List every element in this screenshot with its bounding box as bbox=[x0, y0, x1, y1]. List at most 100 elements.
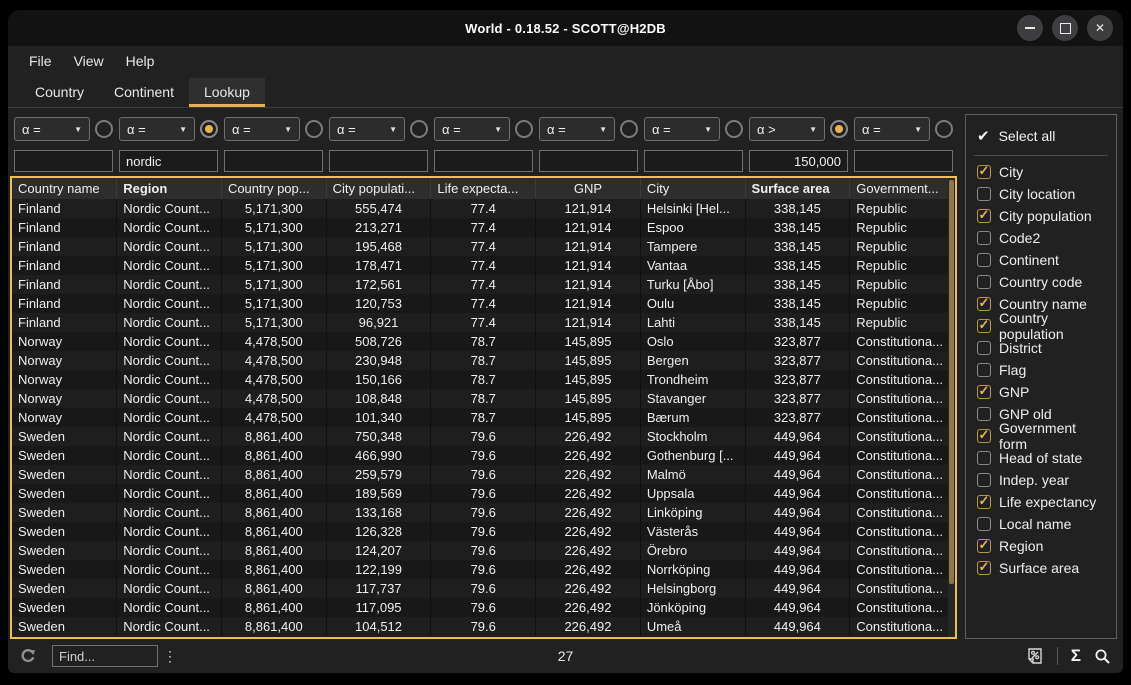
filter-value-input-2[interactable] bbox=[119, 150, 218, 172]
table-row[interactable]: FinlandNordic Count...5,171,300555,47477… bbox=[12, 199, 955, 218]
field-toggle-government-form[interactable]: Government form bbox=[966, 425, 1116, 447]
filter-active-radio-1[interactable] bbox=[95, 120, 113, 138]
table-row[interactable]: FinlandNordic Count...5,171,300213,27177… bbox=[12, 218, 955, 237]
column-header-city-populati[interactable]: City populati... bbox=[326, 178, 431, 199]
filter-value-input-6[interactable] bbox=[539, 150, 638, 172]
column-header-surface-area[interactable]: Surface area bbox=[745, 178, 850, 199]
table-row[interactable]: SwedenNordic Count...8,861,400189,56979.… bbox=[12, 484, 955, 503]
maximize-button[interactable] bbox=[1052, 15, 1078, 41]
field-toggle-city-location[interactable]: City location bbox=[966, 183, 1116, 205]
field-toggle-surface-area[interactable]: Surface area bbox=[966, 557, 1116, 579]
field-toggle-flag[interactable]: Flag bbox=[966, 359, 1116, 381]
statistics-panel-button[interactable] bbox=[1026, 647, 1044, 665]
table-row[interactable]: SwedenNordic Count...8,861,400133,16879.… bbox=[12, 503, 955, 522]
tab-continent[interactable]: Continent bbox=[99, 78, 189, 107]
filter-active-radio-9[interactable] bbox=[935, 120, 953, 138]
tab-country[interactable]: Country bbox=[20, 78, 99, 107]
menu-help[interactable]: Help bbox=[115, 49, 166, 73]
table-row[interactable]: FinlandNordic Count...5,171,300120,75377… bbox=[12, 294, 955, 313]
aggregate-sum-button[interactable]: Σ bbox=[1071, 646, 1081, 666]
tab-lookup[interactable]: Lookup bbox=[189, 78, 265, 107]
column-header-gnp[interactable]: GNP bbox=[536, 178, 641, 199]
table-row[interactable]: FinlandNordic Count...5,171,300178,47177… bbox=[12, 256, 955, 275]
column-header-city[interactable]: City bbox=[640, 178, 745, 199]
table-row[interactable]: SwedenNordic Count...8,861,400117,09579.… bbox=[12, 598, 955, 617]
filter-operator-dropdown-2[interactable]: α =▼ bbox=[119, 117, 195, 141]
table-row[interactable]: FinlandNordic Count...5,171,300195,46877… bbox=[12, 237, 955, 256]
select-all-button[interactable]: ✔ Select all bbox=[966, 119, 1116, 151]
filter-value-input-1[interactable] bbox=[14, 150, 113, 172]
column-header-life-expecta[interactable]: Life expecta... bbox=[431, 178, 536, 199]
filter-value-input-9[interactable] bbox=[854, 150, 953, 172]
table-cell-life-expecta: 77.4 bbox=[431, 294, 536, 313]
table-row[interactable]: FinlandNordic Count...5,171,300172,56177… bbox=[12, 275, 955, 294]
scrollbar-thumb[interactable] bbox=[949, 180, 954, 584]
filter-operator-dropdown-9[interactable]: α =▼ bbox=[854, 117, 930, 141]
filter-value-input-5[interactable] bbox=[434, 150, 533, 172]
table-row[interactable]: SwedenNordic Count...8,861,400259,57979.… bbox=[12, 465, 955, 484]
table-cell-government: Constitutiona... bbox=[850, 541, 955, 560]
field-toggle-code2[interactable]: Code2 bbox=[966, 227, 1116, 249]
table-row[interactable]: FinlandNordic Count...5,171,30096,92177.… bbox=[12, 313, 955, 332]
table-cell-gnp: 226,492 bbox=[536, 465, 641, 484]
field-toggle-local-name[interactable]: Local name bbox=[966, 513, 1116, 535]
filter-active-radio-8[interactable] bbox=[830, 120, 848, 138]
field-toggle-life-expectancy[interactable]: Life expectancy bbox=[966, 491, 1116, 513]
table-row[interactable]: SwedenNordic Count...8,861,400466,99079.… bbox=[12, 446, 955, 465]
table-cell-life-expecta: 79.6 bbox=[431, 560, 536, 579]
search-button[interactable] bbox=[1094, 648, 1111, 665]
menu-file[interactable]: File bbox=[18, 49, 63, 73]
close-button[interactable]: ✕ bbox=[1087, 15, 1113, 41]
filter-operator-dropdown-6[interactable]: α =▼ bbox=[539, 117, 615, 141]
table-row[interactable]: SwedenNordic Count...8,861,400117,73779.… bbox=[12, 579, 955, 598]
filter-operator-dropdown-5[interactable]: α =▼ bbox=[434, 117, 510, 141]
filter-operator-dropdown-8[interactable]: α >▼ bbox=[749, 117, 825, 141]
column-header-region[interactable]: Region bbox=[117, 178, 222, 199]
field-label: Indep. year bbox=[999, 472, 1069, 488]
table-cell-surface-area: 338,145 bbox=[745, 218, 850, 237]
filter-active-radio-3[interactable] bbox=[305, 120, 323, 138]
filter-value-input-7[interactable] bbox=[644, 150, 743, 172]
field-toggle-gnp[interactable]: GNP bbox=[966, 381, 1116, 403]
filter-active-radio-6[interactable] bbox=[620, 120, 638, 138]
menu-view[interactable]: View bbox=[63, 49, 115, 73]
table-cell-city: Oslo bbox=[640, 332, 745, 351]
table-row[interactable]: SwedenNordic Count...8,861,400126,32879.… bbox=[12, 522, 955, 541]
filter-operator-dropdown-3[interactable]: α =▼ bbox=[224, 117, 300, 141]
filter-value-input-3[interactable] bbox=[224, 150, 323, 172]
field-toggle-indep-year[interactable]: Indep. year bbox=[966, 469, 1116, 491]
table-row[interactable]: NorwayNordic Count...4,478,500101,34078.… bbox=[12, 408, 955, 427]
table-row[interactable]: NorwayNordic Count...4,478,500230,94878.… bbox=[12, 351, 955, 370]
titlebar[interactable]: World - 0.18.52 - SCOTT@H2DB ✕ bbox=[8, 10, 1123, 46]
filter-value-input-8[interactable] bbox=[749, 150, 848, 172]
filter-active-radio-7[interactable] bbox=[725, 120, 743, 138]
table-vertical-scrollbar[interactable] bbox=[948, 178, 955, 637]
field-toggle-country-code[interactable]: Country code bbox=[966, 271, 1116, 293]
column-header-country-name[interactable]: Country name bbox=[12, 178, 117, 199]
minimize-button[interactable] bbox=[1017, 15, 1043, 41]
table-row[interactable]: SwedenNordic Count...8,861,400750,34879.… bbox=[12, 427, 955, 446]
field-toggle-city[interactable]: City bbox=[966, 161, 1116, 183]
table-row[interactable]: NorwayNordic Count...4,478,500108,84878.… bbox=[12, 389, 955, 408]
filter-active-radio-5[interactable] bbox=[515, 120, 533, 138]
statusbar-tools: Σ bbox=[1026, 646, 1111, 666]
filter-active-radio-4[interactable] bbox=[410, 120, 428, 138]
column-header-country-pop[interactable]: Country pop... bbox=[221, 178, 326, 199]
filter-operator-dropdown-1[interactable]: α =▼ bbox=[14, 117, 90, 141]
table-row[interactable]: NorwayNordic Count...4,478,500150,16678.… bbox=[12, 370, 955, 389]
table-row[interactable]: SwedenNordic Count...8,861,400104,51279.… bbox=[12, 617, 955, 636]
table-row[interactable]: SwedenNordic Count...8,861,400122,19979.… bbox=[12, 560, 955, 579]
field-toggle-region[interactable]: Region bbox=[966, 535, 1116, 557]
field-toggle-country-population[interactable]: Country population bbox=[966, 315, 1116, 337]
filter-operator-dropdown-4[interactable]: α =▼ bbox=[329, 117, 405, 141]
filter-operator-dropdown-7[interactable]: α =▼ bbox=[644, 117, 720, 141]
table-cell-city: Uppsala bbox=[640, 484, 745, 503]
filter-value-input-4[interactable] bbox=[329, 150, 428, 172]
field-toggle-city-population[interactable]: City population bbox=[966, 205, 1116, 227]
table-row[interactable]: SwedenNordic Count...8,861,400124,20779.… bbox=[12, 541, 955, 560]
table-row[interactable]: NorwayNordic Count...4,478,500508,72678.… bbox=[12, 332, 955, 351]
filter-active-radio-2[interactable] bbox=[200, 120, 218, 138]
field-toggle-continent[interactable]: Continent bbox=[966, 249, 1116, 271]
column-header-government[interactable]: Government... bbox=[850, 178, 955, 199]
results-table[interactable]: Country nameRegionCountry pop...City pop… bbox=[10, 176, 957, 639]
